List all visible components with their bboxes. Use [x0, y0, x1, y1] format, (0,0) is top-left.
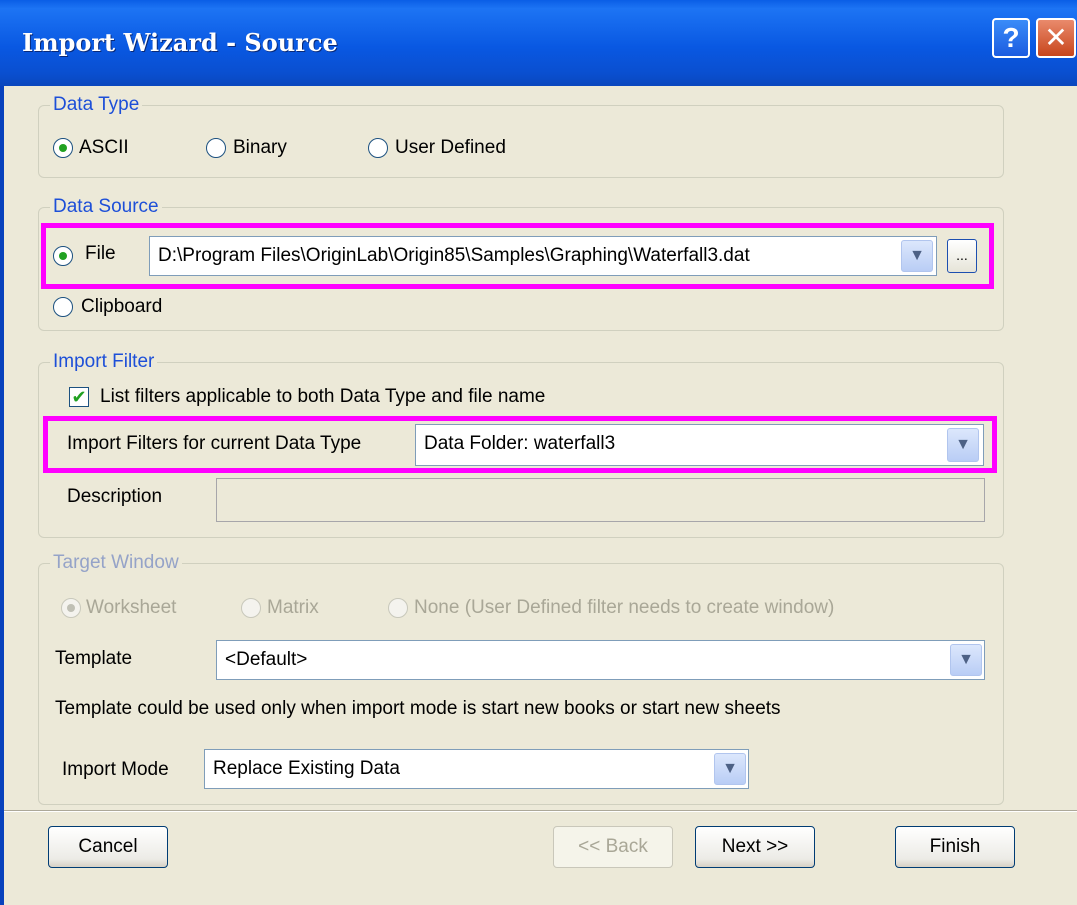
radio-worksheet[interactable]: [61, 598, 81, 618]
chevron-down-icon[interactable]: ▼: [950, 644, 982, 676]
radio-clipboard-label: Clipboard: [81, 296, 163, 317]
radio-matrix[interactable]: [241, 598, 261, 618]
radio-none[interactable]: [388, 598, 408, 618]
finish-button[interactable]: Finish: [895, 826, 1015, 868]
radio-clipboard[interactable]: [53, 297, 73, 317]
data-type-group: [38, 105, 1004, 178]
back-button[interactable]: << Back: [553, 826, 673, 868]
radio-none-label: None (User Defined filter needs to creat…: [414, 597, 835, 618]
import-filter-group-label: Import Filter: [50, 351, 158, 373]
radio-worksheet-label: Worksheet: [86, 597, 177, 618]
title-bar: Import Wizard - Source ? ✕: [0, 0, 1077, 86]
template-select[interactable]: <Default>: [216, 640, 985, 680]
window-title: Import Wizard - Source: [22, 28, 338, 57]
description-field: [216, 478, 985, 522]
data-source-group-label: Data Source: [50, 196, 162, 218]
highlight-box-filter: [43, 416, 997, 473]
footer-divider: [4, 810, 1077, 812]
highlight-box-file: [41, 223, 994, 289]
template-note: Template could be used only when import …: [55, 698, 781, 719]
filter-checkbox-label: List filters applicable to both Data Typ…: [100, 386, 546, 407]
template-label: Template: [55, 648, 133, 669]
checkmark-icon[interactable]: ✔: [69, 387, 89, 407]
chevron-down-icon[interactable]: ▼: [714, 753, 746, 785]
import-mode-select[interactable]: Replace Existing Data: [204, 749, 749, 789]
radio-ascii[interactable]: [53, 138, 73, 158]
radio-matrix-label: Matrix: [267, 597, 319, 618]
window-frame: [0, 86, 4, 905]
cancel-button[interactable]: Cancel: [48, 826, 168, 868]
description-label: Description: [67, 486, 163, 507]
radio-ascii-label: ASCII: [79, 137, 129, 158]
help-button[interactable]: ?: [992, 18, 1030, 58]
radio-binary-label: Binary: [233, 137, 287, 158]
target-window-group-label: Target Window: [50, 552, 182, 574]
radio-user-defined[interactable]: [368, 138, 388, 158]
next-button[interactable]: Next >>: [695, 826, 815, 868]
import-mode-label: Import Mode: [62, 759, 169, 780]
radio-binary[interactable]: [206, 138, 226, 158]
data-type-group-label: Data Type: [50, 94, 143, 116]
close-button[interactable]: ✕: [1036, 18, 1076, 58]
radio-user-defined-label: User Defined: [395, 137, 506, 158]
